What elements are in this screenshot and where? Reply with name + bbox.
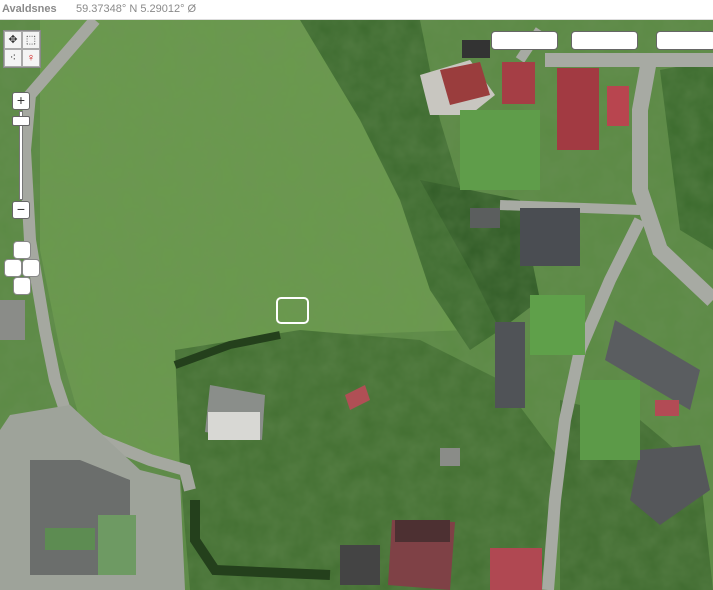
layer-button-3[interactable] bbox=[656, 31, 713, 50]
place-name: Avaldsnes bbox=[2, 3, 57, 15]
box-select-icon[interactable]: ⬚ bbox=[22, 31, 40, 49]
aerial-image bbox=[0, 20, 713, 590]
pan-down-button[interactable] bbox=[13, 277, 31, 295]
coordinates-readout: 59.37348° N 5.29012° Ø bbox=[76, 3, 197, 15]
pan-up-button[interactable] bbox=[13, 241, 31, 259]
measure-icon[interactable]: ⁖ bbox=[4, 49, 22, 67]
layer-button-1[interactable] bbox=[491, 31, 558, 50]
map-tool-panel: ✥ ⬚ ⁖ ♀ bbox=[3, 30, 41, 68]
aerial-map[interactable] bbox=[0, 20, 713, 590]
zoom-out-button[interactable]: − bbox=[12, 201, 30, 219]
pan-left-button[interactable] bbox=[4, 259, 22, 277]
zoom-in-button[interactable]: + bbox=[12, 92, 30, 110]
layer-button-2[interactable] bbox=[571, 31, 638, 50]
pan-right-button[interactable] bbox=[22, 259, 40, 277]
pin-icon[interactable]: ♀ bbox=[22, 49, 40, 67]
move-icon[interactable]: ✥ bbox=[4, 31, 22, 49]
zoom-slider-handle[interactable] bbox=[12, 116, 30, 126]
selected-location-marker[interactable] bbox=[276, 297, 309, 324]
top-bar: Avaldsnes 59.37348° N 5.29012° Ø bbox=[0, 0, 713, 20]
